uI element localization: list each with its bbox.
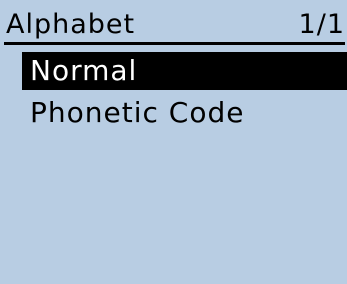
radio-display-screen: Alphabet 1/1 Normal Phonetic Code	[0, 0, 347, 284]
menu-item-normal[interactable]: Normal	[22, 52, 347, 90]
screen-title: Alphabet	[6, 9, 136, 40]
menu-item-label: Phonetic Code	[30, 96, 245, 129]
page-indicator: 1/1	[298, 9, 345, 40]
alphabet-menu: Normal Phonetic Code	[22, 52, 347, 136]
menu-item-phonetic-code[interactable]: Phonetic Code	[22, 94, 347, 132]
title-bar: Alphabet 1/1	[4, 9, 345, 45]
menu-item-label: Normal	[30, 54, 138, 87]
